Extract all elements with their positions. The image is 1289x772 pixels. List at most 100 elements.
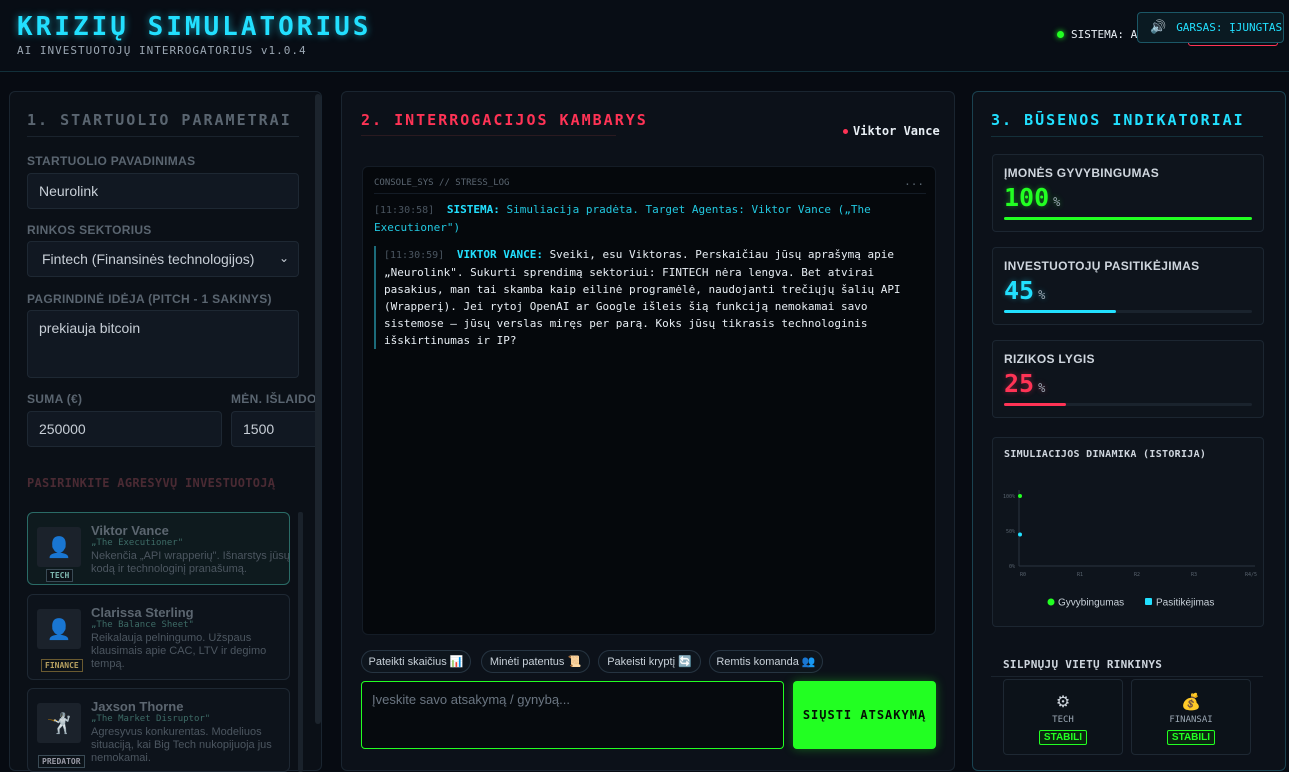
console-log: CONSOLE_SYS // STRESS_LOG ... [11:30:58]…: [362, 166, 936, 635]
expenses-label: MĖN. IŠLAIDOS: [231, 392, 321, 406]
log-speaker: VIKTOR VANCE:: [456, 248, 543, 261]
log-entry-investor: [11:30:59] VIKTOR VANCE: Sveiki, esu Vik…: [374, 246, 914, 349]
amount-input[interactable]: 250000: [27, 411, 222, 447]
investor-card-jaxson[interactable]: 🤺 PREDATOR Jaxson Thorne „The Market Dis…: [27, 688, 290, 772]
y-tick-label: 100%: [1003, 494, 1015, 500]
log-speaker: SISTEMA:: [446, 203, 500, 216]
investor-description: Reikalauja pelningumo. Užspaus klausimai…: [91, 632, 267, 670]
hacker-avatar-icon: 👤: [37, 527, 81, 567]
businesswoman-avatar-icon: 👤: [37, 609, 81, 649]
log-time: [11:30:58]: [374, 205, 435, 216]
investor-heading: PASIRINKITE AGRESYVŲ INVESTUOTOJĄ: [27, 476, 276, 490]
legend-label: Pasitikėjimas: [1156, 598, 1214, 609]
investor-card-viktor[interactable]: 👤 TECH Viktor Vance „The Executioner" Ne…: [27, 512, 290, 585]
agent-dot-icon: [843, 129, 848, 134]
startup-name-input[interactable]: Neurolink: [27, 173, 299, 209]
confidence-value: 45%: [1004, 276, 1046, 305]
name-label: STARTUOLIO PAVADINIMAS: [27, 154, 196, 168]
x-tick-label: R4/5: [1245, 572, 1257, 578]
history-chart-card: SIMULIACIJOS DINAMIKA (ISTORIJA) 100% 50%…: [992, 437, 1264, 627]
chip-numbers[interactable]: Pateikti skaičius 📊: [361, 650, 471, 673]
room-heading: 2. INTERROGACIJOS KAMBARYS: [361, 111, 648, 129]
expenses-input[interactable]: 1500: [231, 411, 321, 447]
investor-name: Viktor Vance: [91, 523, 169, 538]
investor-tag: FINANCE: [41, 659, 83, 672]
x-tick-label: R2: [1134, 572, 1140, 578]
startup-params-panel: 1. STARTUOLIO PARAMETRAI STARTUOLIO PAVA…: [9, 91, 322, 772]
money-bag-icon: 💰: [1181, 694, 1201, 711]
chart-title: SIMULIACIJOS DINAMIKA (ISTORIJA): [1004, 449, 1207, 460]
viability-bar-fill: [1004, 217, 1252, 220]
status-heading: 3. BŪSENOS INDIKATORIAI: [991, 111, 1245, 129]
status-badge: STABILI: [1038, 730, 1088, 745]
data-point-pasitikėjimas: [1018, 532, 1022, 537]
investor-nickname: „The Market Disruptor": [91, 714, 211, 724]
sound-toggle-button[interactable]: 🔊 GARSAS: ĮJUNGTAS: [1137, 12, 1284, 43]
answer-textarea[interactable]: Įveskite savo atsakymą / gynybą...: [361, 681, 784, 749]
viability-bar: [1004, 217, 1252, 220]
pitch-textarea[interactable]: prekiauja bitcoin: [27, 310, 299, 378]
chip-pivot[interactable]: Pakeisti kryptį 🔄: [598, 650, 701, 673]
data-point-gyvybingumas: [1018, 494, 1022, 498]
divider: [361, 135, 616, 136]
legend-marker: [1145, 598, 1152, 605]
amount-label: SUMA (€): [27, 392, 83, 406]
confidence-bar-fill: [1004, 310, 1116, 313]
investor-nickname: „The Executioner": [91, 538, 184, 548]
divider: [991, 136, 1263, 137]
investor-name: Jaxson Thorne: [91, 699, 184, 714]
panel-scrollbar[interactable]: [315, 94, 321, 724]
confidence-label: INVESTUOTOJŲ PASITIKĖJIMAS: [1004, 259, 1200, 273]
weak-card-tech: ⚙ TECH STABILI: [1003, 679, 1123, 755]
risk-card: RIZIKOS LYGIS 25%: [992, 340, 1264, 418]
confidence-bar: [1004, 310, 1252, 313]
investor-nickname: „The Balance Sheet": [91, 620, 194, 630]
log-time: [11:30:59]: [384, 250, 445, 261]
divider: [27, 136, 299, 137]
y-tick-label: 50%: [1006, 529, 1015, 535]
send-answer-button[interactable]: SIŲSTI ATSAKYMĄ: [793, 681, 936, 749]
risk-label: RIZIKOS LYGIS: [1004, 352, 1095, 366]
weak-card-finance: 💰 FINANSAI STABILI: [1131, 679, 1251, 755]
legend-label: Gyvybingumas: [1058, 598, 1124, 609]
investor-name: Clarissa Sterling: [91, 605, 194, 620]
console-menu-icon[interactable]: ...: [904, 175, 924, 188]
risk-bar: [1004, 403, 1252, 406]
sector-select[interactable]: Fintech (Finansinės technologijos) ⌄: [27, 241, 299, 277]
params-heading: 1. STARTUOLIO PARAMETRAI: [27, 111, 292, 129]
risk-bar-fill: [1004, 403, 1066, 406]
confidence-card: INVESTUOTOJŲ PASITIKĖJIMAS 45%: [992, 247, 1264, 325]
y-tick-label: 0%: [1009, 564, 1015, 570]
sound-label: GARSAS: ĮJUNGTAS: [1176, 21, 1283, 34]
x-tick-label: R0: [1020, 572, 1026, 578]
divider: [374, 193, 926, 194]
risk-value: 25%: [1004, 369, 1046, 398]
x-tick-label: R3: [1191, 572, 1197, 578]
legend-marker: [1047, 598, 1055, 606]
log-entry-system: [11:30:58] SISTEMA: Simuliacija pradėta.…: [374, 201, 914, 236]
history-chart: 100% 50% 0% R0 R1 R2 R3 R4/5 Gyvybingumas Pasitik…: [1003, 490, 1257, 609]
viability-label: ĮMONĖS GYVYBINGUMAS: [1004, 166, 1160, 180]
x-tick-label: R1: [1077, 572, 1083, 578]
viability-card: ĮMONĖS GYVYBINGUMAS 100%: [992, 154, 1264, 232]
viability-value: 100%: [1004, 183, 1061, 212]
status-badge: STABILI: [1166, 730, 1216, 745]
status-panel: 3. BŪSENOS INDIKATORIAI ĮMONĖS GYVYBINGU…: [972, 91, 1286, 771]
divider: [991, 676, 1263, 677]
chip-team[interactable]: Remtis komanda 👥: [709, 650, 823, 673]
sector-value: Fintech (Finansinės technologijos): [42, 251, 255, 267]
sector-label: RINKOS SEKTORIUS: [27, 223, 152, 237]
investor-tag: PREDATOR: [38, 755, 85, 768]
predator-avatar-icon: 🤺: [37, 703, 81, 743]
idea-label: PAGRINDINĖ IDĖJA (PITCH - 1 SAKINYS): [27, 292, 272, 306]
app-header: KRIZIŲ SIMULATORIUS AI INVESTUOTOJŲ INTE…: [0, 0, 1289, 72]
weak-label: FINANSAI: [1169, 715, 1213, 725]
app-title: KRIZIŲ SIMULATORIUS: [17, 12, 372, 42]
investor-description: Agresyvus konkurentas. Modeliuos situaci…: [91, 726, 272, 764]
investor-card-clarissa[interactable]: 👤 FINANCE Clarissa Sterling „The Balance…: [27, 594, 290, 680]
investor-list-scrollbar[interactable]: [298, 512, 303, 772]
chip-patents[interactable]: Minėti patentus 📜: [481, 650, 590, 673]
investor-tag: TECH: [46, 569, 74, 582]
active-agent: Viktor Vance: [843, 124, 940, 138]
gear-icon: ⚙: [1055, 694, 1071, 711]
